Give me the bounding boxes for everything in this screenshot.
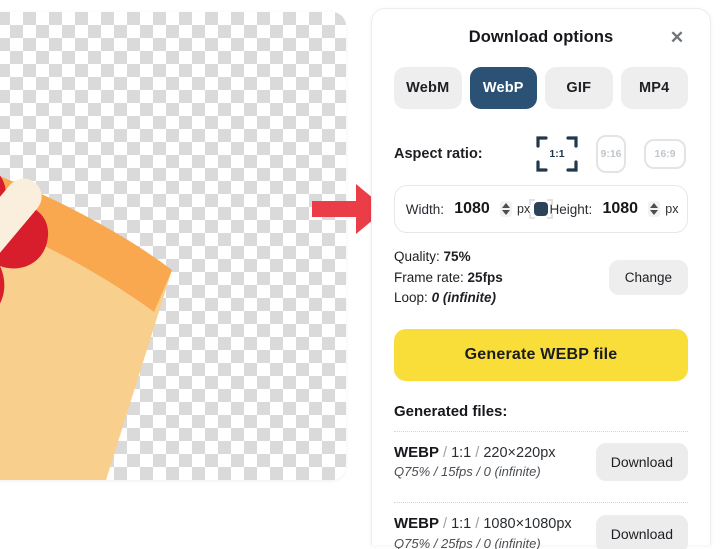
framerate-line: Frame rate: 25fps <box>394 268 503 289</box>
quality-label: Quality: <box>394 249 440 264</box>
file-summary: WEBP / 1:1 / 220×220px <box>394 443 556 461</box>
rounded-frame-icon <box>596 135 626 173</box>
encoding-settings-text: Quality: 75% Frame rate: 25fps Loop: 0 (… <box>394 247 503 309</box>
download-button[interactable]: Download <box>595 514 688 549</box>
tab-mp4[interactable]: MP4 <box>620 67 688 109</box>
tab-webm[interactable]: WebM <box>394 67 462 109</box>
panel-header: Download options ✕ <box>394 9 688 65</box>
file-info: WEBP / 1:1 / 220×220px Q75% / 15fps / 0 … <box>394 443 596 482</box>
width-group: Width: px <box>395 186 541 232</box>
file-format: WEBP <box>394 443 439 461</box>
width-stepper[interactable] <box>500 201 513 217</box>
tab-webp[interactable]: WebP <box>469 67 537 109</box>
encoding-settings-row: Quality: 75% Frame rate: 25fps Loop: 0 (… <box>394 247 688 309</box>
framerate-label: Frame rate: <box>394 269 464 285</box>
height-stepper[interactable] <box>648 201 661 217</box>
height-unit: px <box>665 202 679 216</box>
file-specs: Q75% / 15fps / 0 (infinite) <box>394 464 541 480</box>
table-row: WEBP / 1:1 / 1080×1080px Q75% / 25fps / … <box>394 503 688 549</box>
file-format: WEBP <box>394 515 439 533</box>
file-dimensions: 1080×1080px <box>483 516 572 533</box>
aspect-ratio-16-9[interactable]: 16:9 <box>642 132 688 176</box>
aspect-ratio-1-1[interactable]: 1:1 <box>534 132 580 176</box>
link-aspect-lock-icon <box>529 199 553 219</box>
height-group: Height: px <box>541 186 687 232</box>
quality-value: 75% <box>443 249 471 264</box>
image-preview-canvas[interactable] <box>0 12 346 480</box>
aspect-ratio-label: Aspect ratio: <box>394 146 483 162</box>
file-ratio: 1:1 <box>451 444 472 461</box>
page-title: Download options <box>468 27 614 46</box>
corner-brackets-icon <box>536 136 578 172</box>
rounded-frame-icon <box>644 139 686 169</box>
loop-line: Loop: 0 (infinite) <box>394 288 503 309</box>
aspect-ratio-9-16[interactable]: 9:16 <box>588 132 634 176</box>
loop-label: Loop: <box>394 290 428 306</box>
quality-line: Quality: 75% <box>394 247 503 268</box>
generate-file-button[interactable]: Generate WEBP file <box>394 328 688 381</box>
height-input[interactable] <box>597 200 644 218</box>
file-dimensions: 220×220px <box>483 444 556 461</box>
change-settings-button[interactable]: Change <box>608 260 688 296</box>
aspect-lock-toggle[interactable] <box>527 195 555 223</box>
file-summary: WEBP / 1:1 / 1080×1080px <box>394 515 572 533</box>
generated-files-title: Generated files: <box>394 402 508 420</box>
table-row: WEBP / 1:1 / 220×220px Q75% / 15fps / 0 … <box>394 432 688 492</box>
screenshot-root: Download options ✕ WebM WebP GIF MP4 Asp… <box>0 0 720 549</box>
width-input[interactable] <box>449 200 496 218</box>
dimensions-row: Width: px Height: px <box>394 185 688 233</box>
close-icon[interactable]: ✕ <box>664 24 690 50</box>
loop-value: 0 (infinite) <box>431 290 497 306</box>
pizza-slice-illustration <box>0 175 172 480</box>
tab-gif[interactable]: GIF <box>545 67 613 109</box>
file-ratio: 1:1 <box>451 516 472 533</box>
format-tab-group: WebM WebP GIF MP4 <box>394 67 688 109</box>
framerate-value: 25fps <box>467 269 503 285</box>
file-specs: Q75% / 25fps / 0 (infinite) <box>394 535 541 549</box>
file-info: WEBP / 1:1 / 1080×1080px Q75% / 25fps / … <box>394 514 596 549</box>
aspect-ratio-row: Aspect ratio: 1:1 9:16 16:9 <box>394 131 688 177</box>
aspect-ratio-options: 1:1 9:16 16:9 <box>534 132 688 176</box>
height-label: Height: <box>549 201 593 217</box>
width-label: Width: <box>405 201 445 217</box>
download-options-panel: Download options ✕ WebM WebP GIF MP4 Asp… <box>371 8 711 549</box>
download-button[interactable]: Download <box>595 442 688 481</box>
